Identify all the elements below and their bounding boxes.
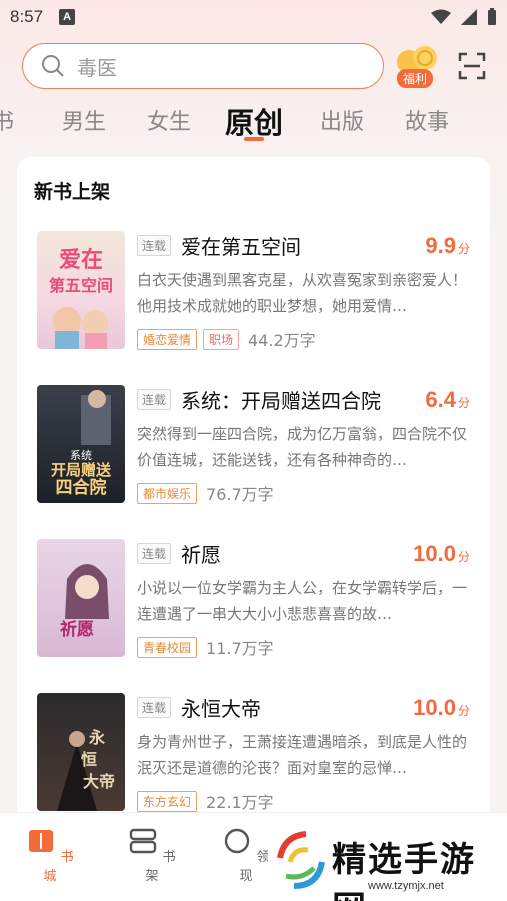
- book-title: 系统：开局赠送四合院: [181, 389, 381, 413]
- search-placeholder: 毒医: [77, 55, 117, 80]
- status-bar: 8:57 A: [0, 0, 507, 34]
- genre-tag[interactable]: 都市娱乐: [137, 482, 198, 504]
- site-watermark: 精选手游网 www.tzymjx.net: [268, 822, 507, 901]
- word-count: 22.1万字: [206, 793, 274, 812]
- serial-badge: 连载: [137, 389, 172, 410]
- genre-tag[interactable]: 东方玄幻: [137, 790, 198, 812]
- book-score: 6.4 分: [425, 387, 470, 412]
- welfare-badge: 福利: [397, 69, 434, 88]
- book-title: 爱在第五空间: [181, 235, 301, 259]
- book-cover: 祈愿: [37, 539, 125, 657]
- book-score: 10.0 分: [413, 695, 470, 720]
- tab-story[interactable]: 故事: [405, 104, 449, 136]
- book-score: 10.0 分: [413, 541, 470, 566]
- nav-bookstore[interactable]: 书城: [20, 827, 80, 884]
- signal-icon: [461, 9, 477, 25]
- search-icon: [42, 55, 64, 77]
- cash-icon: [225, 828, 250, 854]
- book-description: 突然得到一座四合院，成为亿万富翁，四合院不仅价值连城，还能送钱，还有各种神奇的…: [137, 425, 468, 469]
- book-cover: 爱在 第五空间: [37, 231, 125, 349]
- word-count: 11.7万字: [206, 639, 274, 658]
- tab-partial[interactable]: 书: [0, 104, 14, 136]
- svg-text:四合院: 四合院: [56, 477, 107, 498]
- notification-icon: A: [59, 9, 76, 25]
- nav-label: 书架: [145, 850, 176, 884]
- serial-badge: 连载: [137, 697, 172, 718]
- word-count: 76.7万字: [206, 485, 274, 504]
- section-title: 新书上架: [34, 181, 111, 203]
- word-count: 44.2万字: [248, 331, 316, 350]
- active-tab-indicator: [244, 137, 264, 141]
- book-score: 9.9 分: [425, 233, 470, 258]
- genre-tag[interactable]: 婚恋爱情: [137, 328, 198, 350]
- book-item[interactable]: 系统 开局赠送 四合院 连载 系统：开局赠送四合院 6.4 分 突然得到一座四合院…: [17, 385, 490, 515]
- svg-text:第五空间: 第五空间: [49, 276, 113, 295]
- battery-icon: [488, 8, 496, 25]
- tab-publish[interactable]: 出版: [320, 104, 364, 136]
- nav-cash[interactable]: 领现: [216, 827, 276, 884]
- book-description: 身为青州世子，王萧接连遭遇暗杀，到底是人性的泯灭还是道德的沦丧？面对皇室的忌惮…: [137, 733, 468, 777]
- book-item[interactable]: 永 恒 大帝 连载 永恒大帝 10.0 分 身为青州世子，王萧接连遭遇暗杀，到底是…: [17, 693, 490, 823]
- welfare-button[interactable]: 福利: [395, 44, 441, 88]
- svg-text:大帝: 大帝: [83, 772, 115, 791]
- genre-tag[interactable]: 青春校园: [137, 636, 198, 658]
- scan-icon[interactable]: [458, 52, 486, 80]
- svg-text:祈愿: 祈愿: [60, 619, 94, 640]
- search-bar[interactable]: 毒医: [22, 43, 384, 89]
- book-title: 永恒大帝: [181, 697, 261, 721]
- book-description: 小说以一位女学霸为主人公，在女学霸转学后，一连遭遇了一串大大小小悲悲喜喜的故…: [137, 579, 468, 623]
- svg-text:恒: 恒: [81, 750, 97, 769]
- bookshelf-icon: [130, 828, 157, 854]
- svg-text:开局赠送: 开局赠送: [51, 461, 112, 479]
- tab-female[interactable]: 女生: [147, 104, 191, 136]
- bookstore-icon: [29, 830, 54, 852]
- tab-male[interactable]: 男生: [62, 104, 106, 136]
- book-item[interactable]: 爱在 第五空间 连载 爱在第五空间 9.9 分 白衣天使遇到黑客克星，从欢喜冤家到…: [17, 231, 490, 361]
- watermark-logo-icon: [277, 831, 325, 889]
- watermark-url: www.tzymjx.net: [368, 880, 444, 892]
- book-title: 祈愿: [181, 543, 221, 567]
- book-cover: 系统 开局赠送 四合院: [37, 385, 125, 503]
- genre-tag[interactable]: 职场: [203, 328, 240, 350]
- book-cover: 永 恒 大帝: [37, 693, 125, 811]
- nav-label: 书城: [43, 850, 74, 884]
- nav-label: 领现: [239, 850, 270, 884]
- serial-badge: 连载: [137, 543, 172, 564]
- serial-badge: 连载: [137, 235, 172, 256]
- book-description: 白衣天使遇到黑客克星，从欢喜冤家到亲密爱人！他用技术成就她的职业梦想，她用爱情…: [137, 271, 468, 315]
- svg-text:爱在: 爱在: [59, 247, 103, 273]
- book-item[interactable]: 祈愿 连载 祈愿 10.0 分 小说以一位女学霸为主人公，在女学霸转学后，一连遭遇…: [17, 539, 490, 669]
- tab-original[interactable]: 原创: [225, 100, 283, 142]
- status-time: 8:57: [10, 7, 44, 26]
- nav-bookshelf[interactable]: 书架: [122, 827, 182, 884]
- new-books-card: 新书上架 爱在 第五空间 连载 爱在第五空间 9.9 分 白衣天使遇到黑客克星，从…: [17, 157, 490, 837]
- wifi-icon: [431, 9, 451, 24]
- svg-text:永: 永: [88, 728, 105, 747]
